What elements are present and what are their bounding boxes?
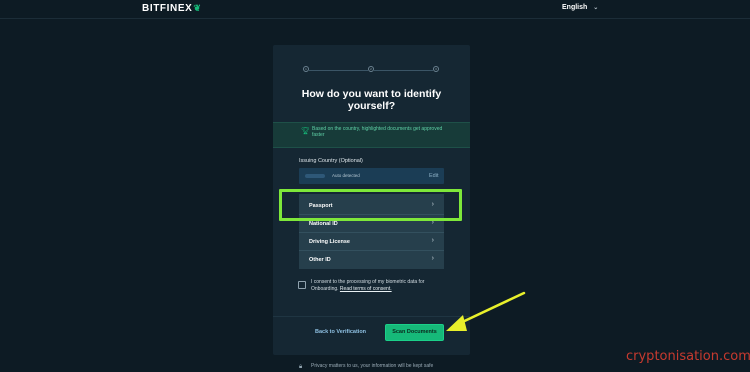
arrow-shaft <box>454 291 526 327</box>
arrow-head <box>446 315 467 331</box>
annotation-arrow <box>446 291 526 331</box>
watermark-text: cryptonisation.com <box>626 349 750 364</box>
